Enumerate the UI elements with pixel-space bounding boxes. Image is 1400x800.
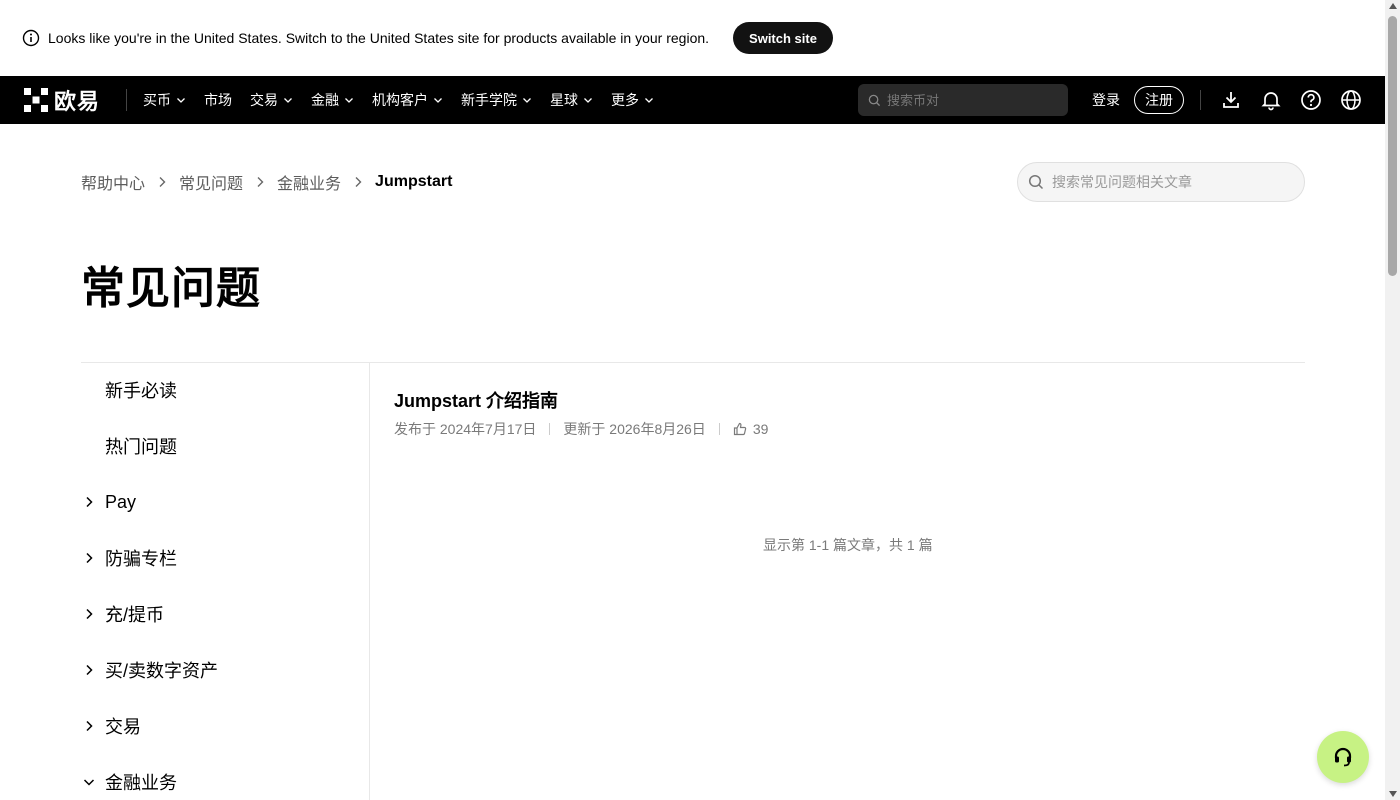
banner-text: Looks like you're in the United States. … (48, 30, 710, 46)
chevron-right-icon (86, 608, 93, 620)
nav-item-label: 金融 (311, 92, 340, 108)
nav-item-label: 机构客户 (372, 92, 429, 108)
sidebar-item-1[interactable]: 热门问题 (81, 418, 369, 474)
search-icon (1028, 174, 1044, 190)
sidebar-item-label: 买/卖数字资产 (105, 661, 219, 681)
nav-item-5[interactable]: 新手学院 (461, 90, 532, 110)
search-icon (868, 94, 881, 106)
page-scrollbar[interactable] (1385, 0, 1400, 800)
login-link[interactable]: 登录 (1092, 90, 1120, 110)
chevron-down-icon (584, 98, 592, 103)
nav-item-label: 星球 (550, 92, 579, 108)
nav-item-6[interactable]: 星球 (550, 90, 593, 110)
sidebar-item-label: Pay (105, 491, 137, 512)
chevron-down-icon (645, 98, 653, 103)
chevron-right-icon (86, 552, 93, 564)
chevron-down-icon (345, 98, 353, 103)
globe-icon[interactable] (1339, 88, 1363, 112)
help-search[interactable] (1017, 162, 1305, 202)
article-title-link[interactable]: Jumpstart 介绍指南 (394, 387, 558, 413)
sidebar-item-7[interactable]: 金融业务 (81, 754, 369, 800)
chevron-right-icon (86, 496, 93, 508)
breadcrumb-current: Jumpstart (375, 173, 453, 190)
logo-text: 欧易 (54, 89, 101, 114)
article-likes: 39 (733, 421, 769, 437)
breadcrumb-faq[interactable]: 常见问题 (179, 170, 243, 194)
meta-divider (718, 423, 720, 435)
nav-item-4[interactable]: 机构客户 (372, 90, 443, 110)
scrollbar-thumb[interactable] (1388, 16, 1397, 276)
register-button[interactable]: 注册 (1134, 86, 1184, 114)
okx-logo-icon (24, 88, 48, 112)
chevron-down-icon (284, 98, 292, 103)
thumbs-up-icon (733, 422, 747, 436)
headset-icon (1334, 747, 1352, 767)
info-icon (22, 29, 40, 47)
help-icon[interactable] (1299, 88, 1323, 112)
breadcrumb: 帮助中心 常见问题 金融业务 Jumpstart (81, 170, 452, 194)
sidebar-item-label: 热门问题 (105, 437, 177, 457)
nav-item-2[interactable]: 交易 (250, 90, 293, 110)
nav-search[interactable] (858, 84, 1068, 116)
switch-site-button[interactable]: Switch site (733, 22, 833, 54)
chevron-right-icon (86, 720, 93, 732)
breadcrumb-help-center[interactable]: 帮助中心 (81, 170, 145, 194)
nav-item-label: 交易 (250, 92, 279, 108)
help-search-input[interactable] (1052, 174, 1292, 190)
sidebar-item-label: 新手必读 (105, 381, 177, 401)
nav-item-label: 市场 (204, 92, 233, 108)
nav-item-7[interactable]: 更多 (611, 90, 654, 110)
chevron-down-icon (177, 98, 185, 103)
sidebar-item-3[interactable]: 防骗专栏 (81, 530, 369, 586)
nav-search-input[interactable] (887, 92, 1057, 108)
chevron-right-icon (159, 177, 166, 187)
article-updated-date: 更新于 2026年8月26日 (563, 421, 706, 437)
support-chat-button[interactable] (1317, 731, 1369, 783)
scroll-up-arrow[interactable] (1389, 3, 1397, 9)
nav-divider-right (1200, 90, 1201, 110)
breadcrumb-finance[interactable]: 金融业务 (277, 170, 341, 194)
nav-item-label: 买币 (143, 92, 172, 108)
scroll-down-arrow[interactable] (1389, 791, 1397, 797)
chevron-right-icon (257, 177, 264, 187)
sidebar-item-label: 充/提币 (105, 605, 165, 625)
sidebar-item-5[interactable]: 买/卖数字资产 (81, 642, 369, 698)
article-published-date: 发布于 2024年7月17日 (394, 421, 537, 437)
chevron-right-icon (355, 177, 362, 187)
nav-item-1[interactable]: 市场 (204, 90, 232, 110)
nav-menu: 买币 市场 交易 金融 机构客户 新手学院 星球 更多 (143, 90, 672, 110)
sidebar-divider (369, 362, 370, 800)
nav-item-0[interactable]: 买币 (143, 90, 186, 110)
page-title: 常见问题 (81, 264, 261, 313)
sidebar-item-label: 防骗专栏 (105, 549, 177, 569)
nav-divider (126, 89, 128, 111)
chevron-down-icon (83, 779, 95, 786)
sidebar-item-2[interactable]: Pay (81, 474, 369, 530)
nav-item-label: 更多 (611, 92, 640, 108)
bell-icon[interactable] (1259, 88, 1283, 112)
article-meta: 发布于 2024年7月17日 更新于 2026年8月26日 39 (394, 419, 768, 439)
pagination-summary: 显示第 1-1 篇文章，共 1 篇 (763, 537, 933, 553)
chevron-right-icon (86, 664, 93, 676)
top-nav: 欧易 买币 市场 交易 金融 机构客户 新手学院 星球 更多 登录 注册 (0, 76, 1385, 124)
sidebar-item-6[interactable]: 交易 (81, 698, 369, 754)
chevron-down-icon (434, 98, 442, 103)
nav-item-label: 新手学院 (461, 92, 518, 108)
sidebar-item-label: 金融业务 (105, 773, 177, 793)
meta-divider (549, 423, 551, 435)
sidebar-item-0[interactable]: 新手必读 (81, 362, 369, 418)
likes-count: 39 (752, 421, 769, 437)
download-icon[interactable] (1219, 88, 1243, 112)
region-banner: Looks like you're in the United States. … (0, 0, 1385, 76)
sidebar-item-4[interactable]: 充/提币 (81, 586, 369, 642)
chevron-down-icon (523, 98, 531, 103)
sidebar-item-label: 交易 (105, 717, 141, 737)
nav-item-3[interactable]: 金融 (311, 90, 354, 110)
logo[interactable]: 欧易 (24, 84, 100, 116)
